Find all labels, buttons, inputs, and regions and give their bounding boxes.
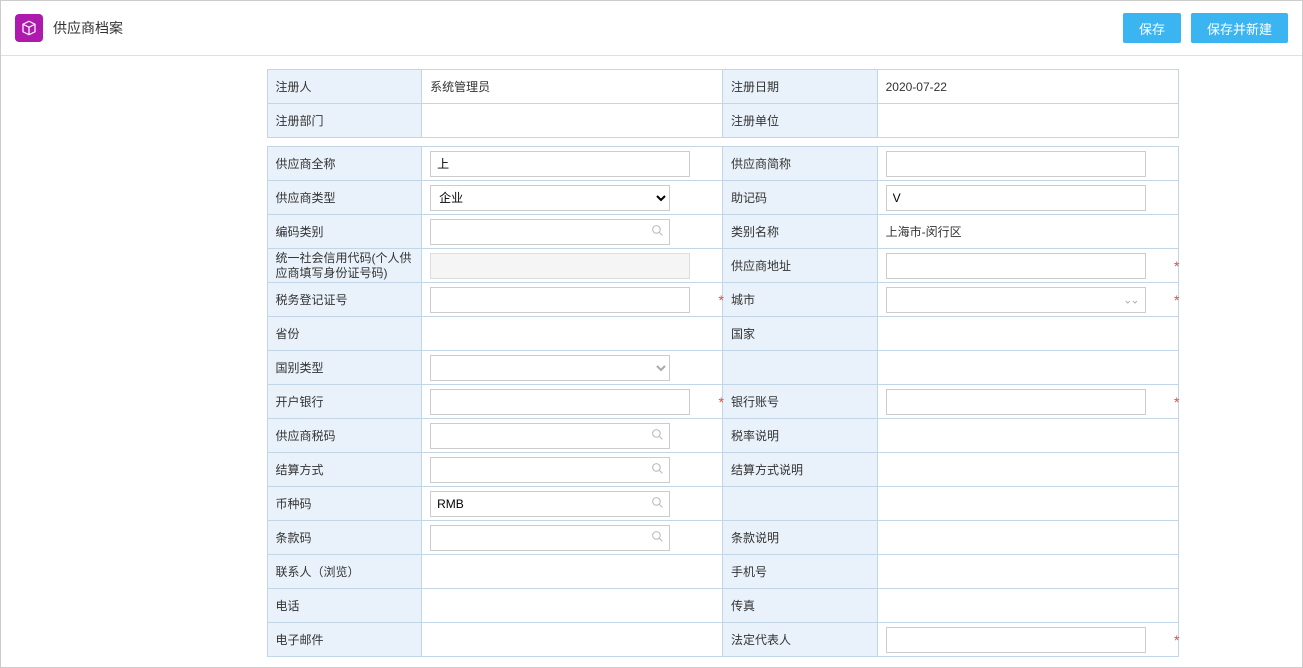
value-tax-desc (877, 419, 1178, 453)
label-category-name: 类别名称 (722, 215, 877, 249)
label-mobile: 手机号 (722, 555, 877, 589)
value-register-date: 2020-07-22 (877, 70, 1178, 104)
label-blank-2 (722, 487, 877, 521)
label-fax: 传真 (722, 589, 877, 623)
label-blank-1 (722, 351, 877, 385)
label-term: 条款码 (267, 521, 422, 555)
cell-short-name (877, 147, 1178, 181)
legal-rep-input[interactable] (886, 627, 1146, 653)
value-category-name: 上海市-闵行区 (877, 215, 1178, 249)
code-category-lookup[interactable] (430, 219, 670, 245)
label-legal: 法定代表人 (722, 623, 877, 657)
label-contact: 联系人（浏览） (267, 555, 422, 589)
label-country: 国家 (722, 317, 877, 351)
label-register-unit: 注册单位 (722, 104, 877, 138)
label-tax-code: 供应商税码 (267, 419, 422, 453)
label-code-category: 编码类别 (267, 215, 422, 249)
label-tax-reg: 税务登记证号 (267, 283, 422, 317)
label-supplier-type: 供应商类型 (267, 181, 422, 215)
save-button[interactable]: 保存 (1123, 13, 1181, 43)
label-term-desc: 条款说明 (722, 521, 877, 555)
nation-type-select[interactable] (430, 355, 670, 381)
city-input[interactable] (886, 287, 1146, 313)
required-marker: * (1174, 292, 1179, 308)
label-settle: 结算方式 (267, 453, 422, 487)
label-registrant: 注册人 (267, 70, 422, 104)
label-nation-type: 国别类型 (267, 351, 422, 385)
label-settle-desc: 结算方式说明 (722, 453, 877, 487)
label-phone: 电话 (267, 589, 422, 623)
register-info-table: 注册人 系统管理员 注册日期 2020-07-22 注册部门 注册单位 (267, 69, 1179, 138)
supplier-type-select[interactable]: 企业 (430, 185, 670, 211)
value-country (877, 317, 1178, 351)
app-logo-icon (15, 14, 43, 42)
label-register-dept: 注册部门 (267, 104, 422, 138)
label-bank-account: 银行账号 (722, 385, 877, 419)
required-marker: * (719, 394, 724, 410)
bank-input[interactable] (430, 389, 690, 415)
label-credit-code: 统一社会信用代码(个人供应商填写身份证号码) (267, 249, 422, 283)
credit-code-input (430, 253, 690, 279)
required-marker: * (1174, 258, 1179, 274)
term-lookup[interactable] (430, 525, 670, 551)
required-marker: * (1174, 394, 1179, 410)
label-email: 电子邮件 (267, 623, 422, 657)
label-tax-desc: 税率说明 (722, 419, 877, 453)
value-registrant[interactable]: 系统管理员 (422, 70, 723, 104)
short-name-input[interactable] (886, 151, 1146, 177)
tax-reg-input[interactable] (430, 287, 690, 313)
value-register-unit (877, 104, 1178, 138)
mnemonic-input[interactable] (886, 185, 1146, 211)
label-currency: 币种码 (267, 487, 422, 521)
label-address: 供应商地址 (722, 249, 877, 283)
page-header: 供应商档案 保存 保存并新建 (1, 1, 1302, 56)
currency-lookup[interactable] (430, 491, 670, 517)
required-marker: * (1174, 632, 1179, 648)
label-province: 省份 (267, 317, 422, 351)
cell-full-name (422, 147, 723, 181)
settle-lookup[interactable] (430, 457, 670, 483)
full-name-input[interactable] (430, 151, 690, 177)
page-title: 供应商档案 (53, 18, 123, 38)
required-marker: * (719, 292, 724, 308)
value-register-dept (422, 104, 723, 138)
label-city: 城市 (722, 283, 877, 317)
label-short-name: 供应商简称 (722, 147, 877, 181)
label-full-name: 供应商全称 (267, 147, 422, 181)
address-input[interactable] (886, 253, 1146, 279)
value-province (422, 317, 723, 351)
label-register-date: 注册日期 (722, 70, 877, 104)
tax-code-lookup[interactable] (430, 423, 670, 449)
label-bank: 开户银行 (267, 385, 422, 419)
label-mnemonic: 助记码 (722, 181, 877, 215)
save-and-new-button[interactable]: 保存并新建 (1191, 13, 1288, 43)
bank-account-input[interactable] (886, 389, 1146, 415)
chevron-down-icon: ⌄⌄ (1123, 293, 1137, 306)
supplier-form-table: 供应商全称 供应商简称 供应商类型 企业 助记码 (267, 146, 1179, 657)
